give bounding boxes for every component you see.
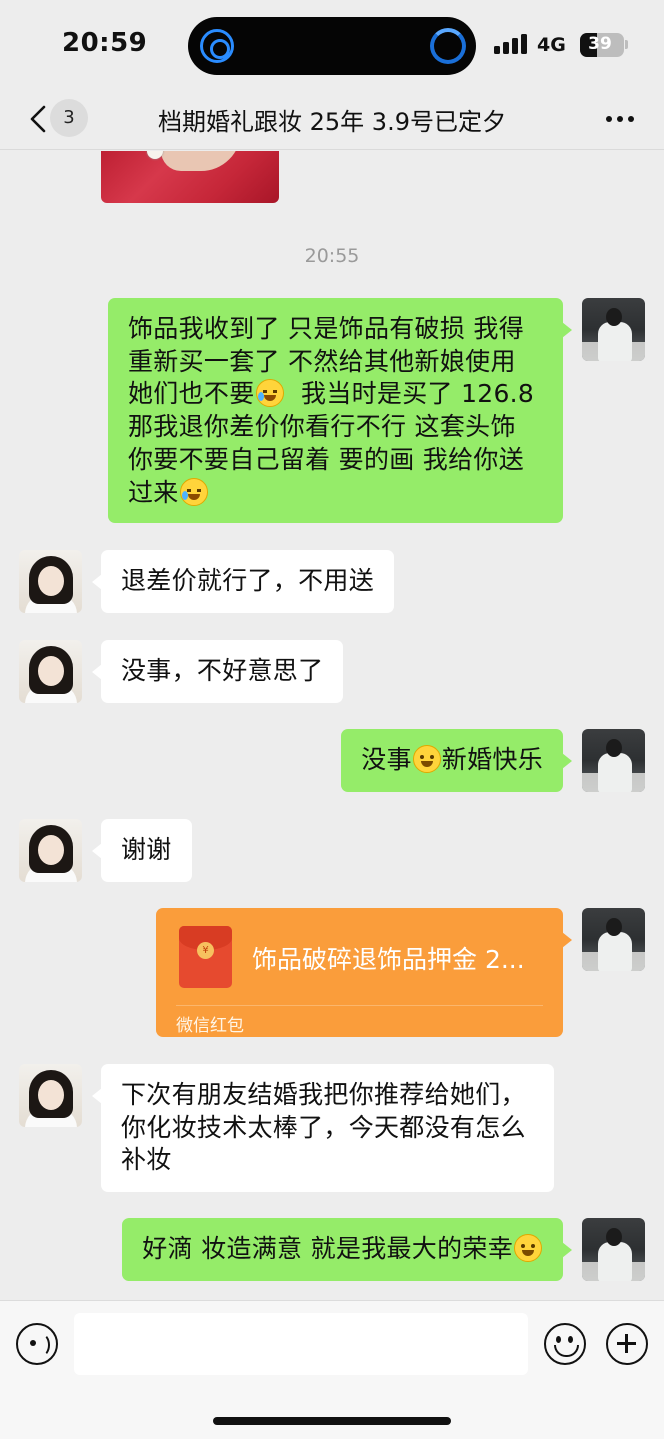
divider <box>176 1005 543 1006</box>
message-line: 重新买一套了 不然给其他新娘使用 <box>128 346 516 376</box>
dynamic-island <box>188 17 476 75</box>
laugh-cry-emoji-icon <box>255 379 284 408</box>
voice-icon[interactable] <box>16 1323 58 1365</box>
status-bar: 20:59 4G 39 <box>0 0 664 90</box>
contact-avatar[interactable] <box>19 640 82 703</box>
smile-emoji-icon <box>514 1234 542 1262</box>
plus-icon[interactable] <box>606 1323 648 1365</box>
image-content <box>161 151 241 171</box>
more-dots-icon[interactable] <box>604 114 636 124</box>
clock: 20:59 <box>62 28 148 58</box>
activity-ring-icon <box>430 28 466 64</box>
self-avatar[interactable] <box>582 908 645 971</box>
image-message[interactable] <box>101 151 279 203</box>
self-avatar[interactable] <box>582 298 645 361</box>
contact-avatar[interactable] <box>19 1064 82 1127</box>
message-input[interactable] <box>74 1313 528 1375</box>
message-text: 好滴 妆造满意 就是我最大的荣幸 <box>142 1234 513 1263</box>
message-line: 那我退你差价你看行不行 这套头饰 <box>128 412 516 442</box>
message-line: 饰品我收到了 只是饰品有破损 我得 <box>128 314 524 343</box>
chat-history[interactable]: 20:55 饰品我收到了 只是饰品有破损 我得 重新买一套了 不然给其他新娘使用… <box>0 151 664 1300</box>
emoji-icon[interactable] <box>544 1323 586 1365</box>
message-bubble-other[interactable]: 退差价就行了，不用送 <box>91 550 395 613</box>
message-line: 过来 <box>128 477 543 510</box>
contact-avatar[interactable] <box>19 550 82 613</box>
battery-level: 39 <box>588 34 612 54</box>
image-content <box>147 151 163 159</box>
red-packet-message[interactable]: ¥ 饰品破碎退饰品押金 2... 微信红包 <box>156 908 572 1037</box>
message-bubble-self[interactable]: 好滴 妆造满意 就是我最大的荣幸 <box>122 1218 572 1281</box>
red-packet-icon: ¥ <box>179 926 232 988</box>
smile-emoji-icon <box>412 745 441 773</box>
unread-badge[interactable]: 3 <box>50 99 88 137</box>
message-line: 下次有朋友结婚我把你推荐给她们， <box>121 1080 526 1109</box>
self-avatar[interactable] <box>582 1218 645 1281</box>
message-text: 没事 <box>361 745 412 774</box>
message-line: 补妆 <box>121 1145 172 1175</box>
message-bubble-other[interactable]: 谢谢 <box>92 819 192 882</box>
self-avatar[interactable] <box>582 729 645 792</box>
message-bubble-self[interactable]: 饰品我收到了 只是饰品有破损 我得 重新买一套了 不然给其他新娘使用 她们也不要… <box>108 298 572 523</box>
message-text: 她们也不要 <box>128 379 255 409</box>
red-packet-label: 微信红包 <box>176 1016 244 1036</box>
message-text: 我当时是买了 126.8 <box>301 379 535 409</box>
message-line: 她们也不要 我当时是买了 126.8 <box>128 378 543 411</box>
signal-icon <box>494 34 528 54</box>
contact-avatar[interactable] <box>19 819 82 882</box>
battery-icon: 39 <box>580 33 624 57</box>
message-bubble-other[interactable]: 没事，不好意思了 <box>91 640 344 703</box>
message-line: 你化妆技术太棒了，今天都没有怎么 <box>121 1112 526 1142</box>
message-line: 你要不要自己留着 要的画 我给你送 <box>128 444 524 474</box>
chat-title: 档期婚礼跟妆 25年 3.9号已定夕 <box>158 108 506 136</box>
network-type: 4G <box>537 34 566 56</box>
message-bubble-self[interactable]: 没事 新婚快乐 <box>341 729 572 792</box>
chevron-left-icon[interactable] <box>28 104 48 134</box>
message-text: 过来 <box>128 477 179 507</box>
chat-header: 3 档期婚礼跟妆 25年 3.9号已定夕 <box>0 90 664 150</box>
red-packet-title: 饰品破碎退饰品押金 2... <box>252 945 525 974</box>
message-timestamp: 20:55 <box>304 245 360 267</box>
laugh-cry-emoji-icon <box>179 477 208 506</box>
message-text: 新婚快乐 <box>441 745 543 774</box>
home-indicator[interactable] <box>213 1417 451 1425</box>
airdrop-icon <box>200 29 234 63</box>
message-bubble-other[interactable]: 下次有朋友结婚我把你推荐给她们， 你化妆技术太棒了，今天都没有怎么 补妆 <box>92 1064 554 1192</box>
battery-cap <box>625 40 628 49</box>
